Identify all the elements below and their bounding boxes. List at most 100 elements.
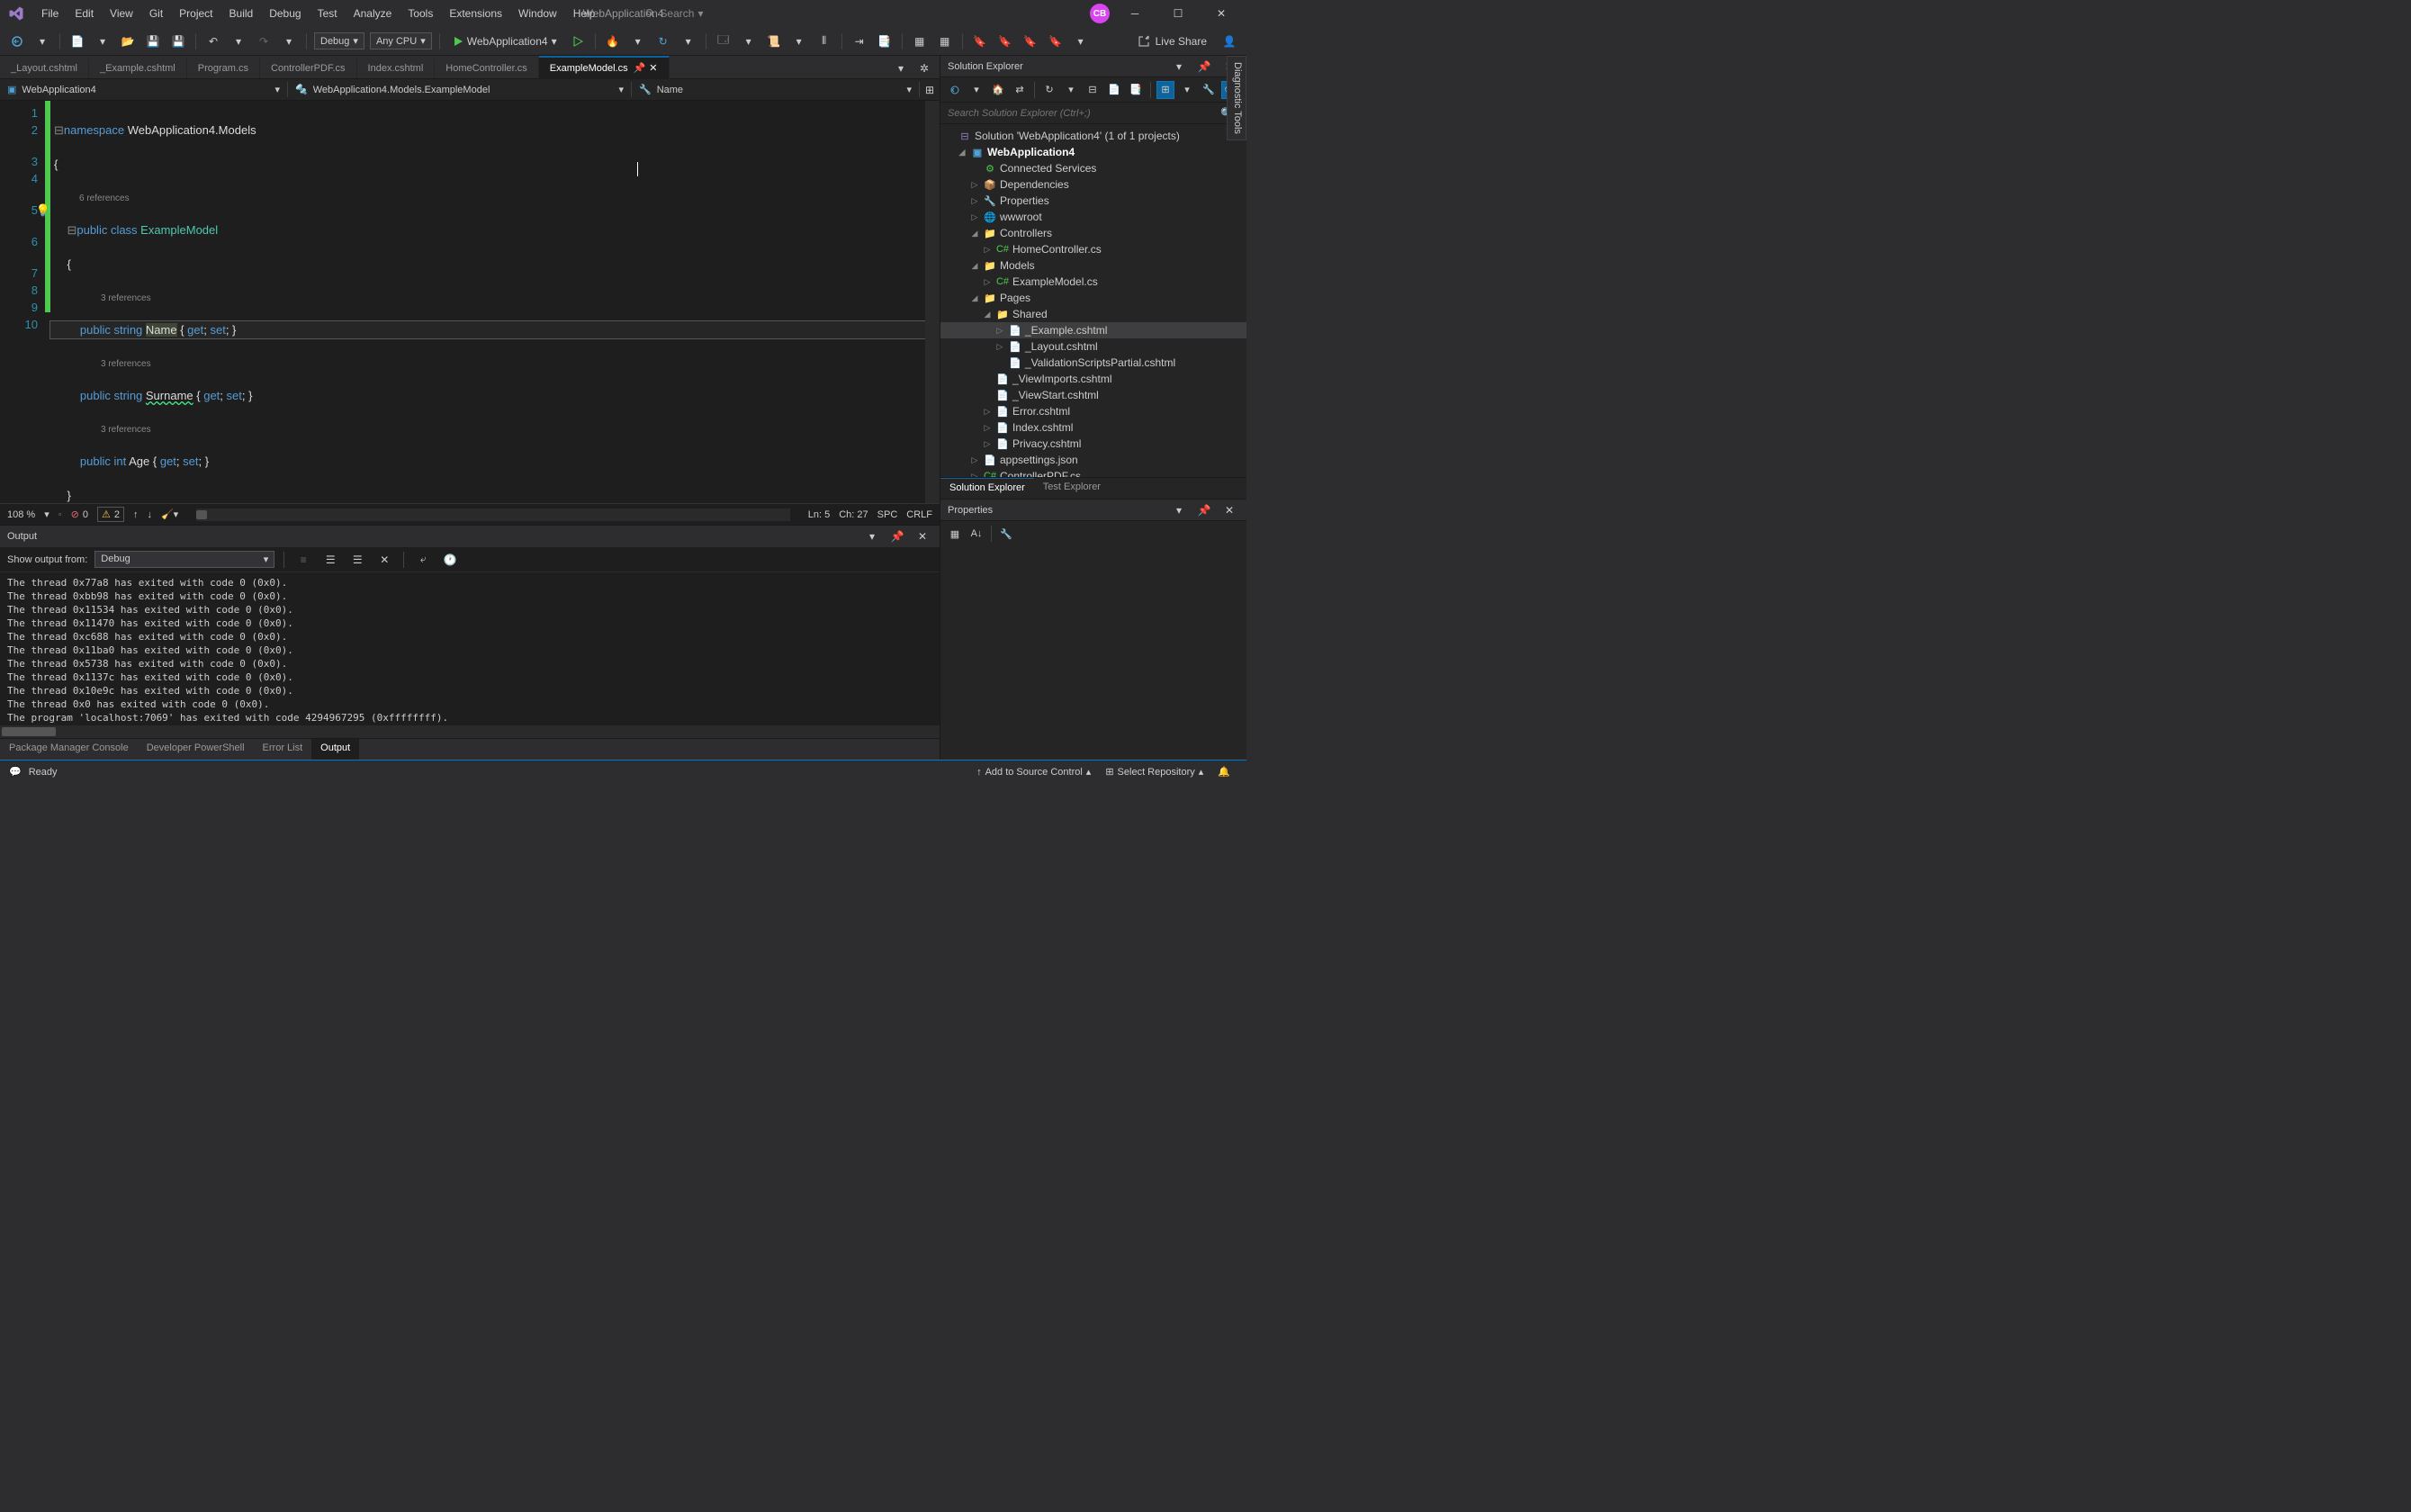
undo-icon[interactable]: ↶ — [203, 32, 223, 51]
codelens-refs[interactable]: 3 references — [50, 421, 925, 436]
tree-homecontroller[interactable]: ▷C#HomeController.cs — [940, 241, 1246, 257]
step-icon[interactable]: ⇥ — [850, 32, 869, 51]
nav-scope-dropdown[interactable]: ▣ WebApplication4▾ — [0, 82, 288, 97]
show-all-icon[interactable]: 📄 — [1105, 81, 1123, 99]
dropdown-icon[interactable]: ▾ — [789, 32, 809, 51]
collapse-all-icon[interactable]: ⊟ — [1084, 81, 1102, 99]
menu-window[interactable]: Window — [511, 4, 564, 23]
menu-project[interactable]: Project — [172, 4, 220, 23]
user-avatar[interactable]: CB — [1090, 4, 1110, 23]
tabs-settings-icon[interactable]: ✲ — [914, 58, 934, 78]
code-editor[interactable]: ⊟namespace WebApplication4.Models { 6 re… — [50, 101, 925, 503]
up-icon[interactable]: ↑ — [133, 509, 139, 520]
minimize-button[interactable]: ─ — [1117, 1, 1153, 26]
tree-error-cshtml[interactable]: ▷📄Error.cshtml — [940, 403, 1246, 419]
bookmark-clear-icon[interactable]: 🔖 — [1046, 32, 1066, 51]
back-nav-icon[interactable] — [7, 32, 27, 51]
clean-icon[interactable]: 🧹▾ — [161, 508, 178, 520]
bookmark-next-icon[interactable]: 🔖 — [1021, 32, 1040, 51]
refresh-icon[interactable]: ↻ — [1040, 81, 1058, 99]
tree-ctlpdf[interactable]: ▷C#ControllerPDF.cs — [940, 468, 1246, 477]
close-panel-icon[interactable]: ✕ — [1219, 500, 1239, 520]
wrap-icon[interactable]: ⤶ — [413, 550, 433, 570]
align-icon[interactable]: ⫴ — [814, 32, 834, 51]
pin-icon[interactable]: 📌 — [634, 62, 646, 74]
pin-icon[interactable]: 📌 — [1194, 500, 1214, 520]
zoom-level[interactable]: 108 % — [7, 509, 35, 520]
live-share-button[interactable]: Live Share — [1130, 32, 1214, 51]
clear-icon[interactable]: ✕ — [374, 550, 394, 570]
codelens-refs[interactable]: 3 references — [50, 290, 925, 304]
account-icon[interactable]: 👤 — [1219, 32, 1239, 51]
alphabetical-icon[interactable]: A↓ — [967, 525, 985, 543]
nav-class-dropdown[interactable]: 🔩 WebApplication4.Models.ExampleModel▾ — [288, 82, 632, 97]
tree-layout-cshtml[interactable]: ▷📄_Layout.cshtml — [940, 338, 1246, 355]
collapse-icon[interactable]: ⊟ — [54, 123, 64, 137]
bookmark-icon[interactable]: 🔖 — [970, 32, 990, 51]
tab-homecontroller[interactable]: HomeController.cs — [435, 58, 538, 78]
menu-file[interactable]: File — [34, 4, 66, 23]
maximize-button[interactable]: ☐ — [1160, 1, 1196, 26]
indent-mode[interactable]: SPC — [877, 509, 898, 520]
tree-deps[interactable]: ▷📦Dependencies — [940, 176, 1246, 193]
tree-examplemodel[interactable]: ▷C#ExampleModel.cs — [940, 274, 1246, 290]
tree-index-cshtml[interactable]: ▷📄Index.cshtml — [940, 419, 1246, 436]
panel-dropdown-icon[interactable]: ▾ — [862, 526, 882, 546]
redo-icon[interactable]: ↷ — [254, 32, 274, 51]
refresh-icon[interactable]: ↻ — [653, 32, 673, 51]
new-item-icon[interactable]: 📄 — [67, 32, 87, 51]
categorized-icon[interactable]: ▦ — [946, 525, 964, 543]
tree-shared[interactable]: ◢📁Shared — [940, 306, 1246, 322]
dropdown-icon[interactable]: ▾ — [32, 32, 52, 51]
platform-dropdown[interactable]: Any CPU▾ — [370, 32, 432, 50]
home-icon[interactable]: 🏠 — [989, 81, 1007, 99]
tree-validation-cshtml[interactable]: 📄_ValidationScriptsPartial.cshtml — [940, 355, 1246, 371]
dropdown-icon[interactable]: ▾ — [1062, 81, 1080, 99]
outdent-icon[interactable]: ▦ — [935, 32, 955, 51]
property-pages-icon[interactable]: 🔧 — [997, 525, 1015, 543]
solution-search-input[interactable] — [948, 108, 1220, 119]
menu-edit[interactable]: Edit — [67, 4, 101, 23]
close-button[interactable]: ✕ — [1203, 1, 1239, 26]
down-icon[interactable]: ↓ — [147, 509, 152, 520]
dropdown-icon[interactable]: ▾ — [628, 32, 648, 51]
source-control-button[interactable]: ↑ Add to Source Control ▴ — [969, 766, 1098, 778]
tree-viewstart[interactable]: 📄_ViewStart.cshtml — [940, 387, 1246, 403]
scrollbar-v[interactable] — [925, 101, 940, 503]
save-all-icon[interactable]: 💾 — [168, 32, 188, 51]
close-panel-icon[interactable]: ✕ — [913, 526, 932, 546]
nav-member-dropdown[interactable]: 🔧 Name▾ — [632, 82, 920, 97]
tree-wwwroot[interactable]: ▷🌐wwwroot — [940, 209, 1246, 225]
codelens-refs[interactable]: 3 references — [50, 356, 925, 370]
ptab-solution[interactable]: Solution Explorer — [940, 478, 1034, 499]
panel-dropdown-icon[interactable]: ▾ — [1169, 57, 1189, 76]
line-ending[interactable]: CRLF — [906, 509, 932, 520]
timestamp-icon[interactable]: 🕐 — [440, 550, 460, 570]
tree-viewimports[interactable]: 📄_ViewImports.cshtml — [940, 371, 1246, 387]
bookmark-prev-icon[interactable]: 🔖 — [995, 32, 1015, 51]
hot-reload-icon[interactable]: 🔥 — [603, 32, 623, 51]
run-without-debug-icon[interactable] — [568, 32, 588, 51]
tree-solution[interactable]: ⊟Solution 'WebApplication4' (1 of 1 proj… — [940, 128, 1246, 144]
warning-count[interactable]: 2 — [114, 509, 120, 520]
dropdown-icon[interactable]: ▾ — [679, 32, 698, 51]
open-icon[interactable]: 📂 — [118, 32, 138, 51]
dropdown-icon[interactable]: ▾ — [967, 81, 985, 99]
solution-tree[interactable]: ⊟Solution 'WebApplication4' (1 of 1 proj… — [940, 124, 1246, 477]
tree-example-cshtml[interactable]: ▷📄_Example.cshtml — [940, 322, 1246, 338]
close-tab-icon[interactable]: ✕ — [649, 62, 657, 74]
tab-index[interactable]: Index.cshtml — [357, 58, 436, 78]
tab-controllerpdf[interactable]: ControllerPDF.cs — [260, 58, 357, 78]
browse-icon[interactable]: 🗔 — [714, 32, 733, 51]
select-repo-button[interactable]: ⊞ Select Repository ▴ — [1098, 766, 1210, 778]
overflow-icon[interactable]: ▾ — [1071, 32, 1091, 51]
run-button[interactable]: WebApplication4▾ — [447, 33, 562, 50]
scrollbar-h[interactable] — [0, 725, 940, 738]
menu-test[interactable]: Test — [310, 4, 345, 23]
file-icon[interactable]: 📑 — [875, 32, 895, 51]
script-icon[interactable]: 📜 — [764, 32, 784, 51]
dropdown-icon[interactable]: ▾ — [739, 32, 759, 51]
btab-output[interactable]: Output — [311, 739, 359, 760]
btab-powershell[interactable]: Developer PowerShell — [138, 739, 254, 760]
prev-icon[interactable]: ☰ — [320, 550, 340, 570]
